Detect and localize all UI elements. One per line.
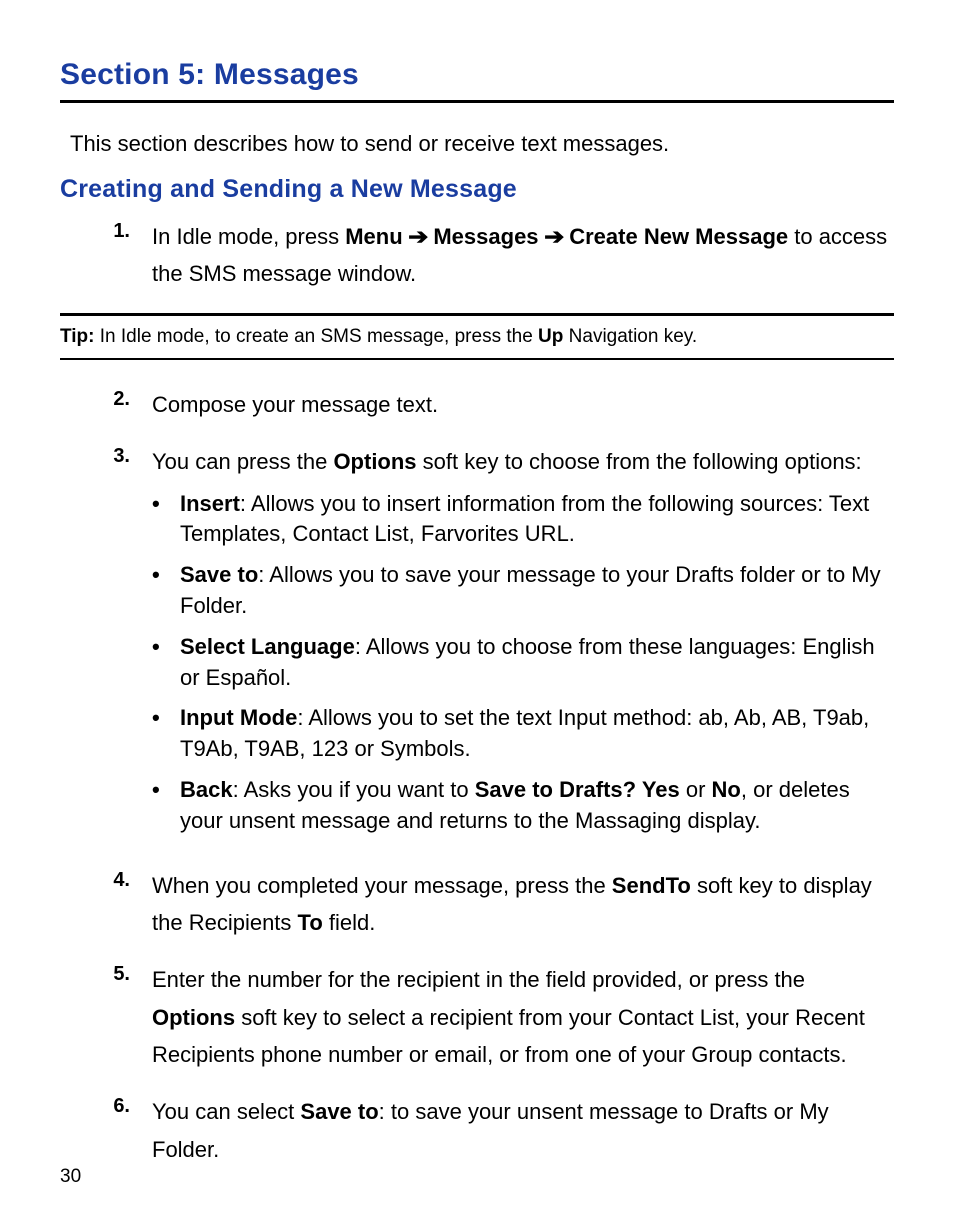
bullet-back: • Back: Asks you if you want to Save to …	[152, 775, 894, 837]
document-page: Section 5: Messages This section describ…	[0, 0, 954, 1228]
text: You can select	[152, 1099, 300, 1124]
step-1: 1. In Idle mode, press Menu ➔ Messages ➔…	[60, 218, 894, 293]
bullet-icon: •	[152, 775, 180, 806]
section-title: Section 5: Messages	[60, 58, 894, 92]
bullet-icon: •	[152, 632, 180, 663]
tip-block: Tip: In Idle mode, to create an SMS mess…	[60, 313, 894, 360]
messages-label: Messages	[433, 224, 538, 249]
step-3: 3. You can press the Options soft key to…	[60, 443, 894, 846]
no-label: No	[712, 777, 741, 802]
step-number: 5.	[60, 961, 152, 986]
step-body: You can select Save to: to save your uns…	[152, 1093, 894, 1168]
text: When you completed your message, press t…	[152, 873, 612, 898]
step-body: Compose your message text.	[152, 386, 894, 423]
intro-paragraph: This section describes how to send or re…	[70, 131, 894, 157]
bullet-label: Save to	[180, 562, 258, 587]
bullet-insert: • Insert: Allows you to insert informati…	[152, 489, 894, 551]
bullet-list: • Insert: Allows you to insert informati…	[152, 489, 894, 837]
step-number: 4.	[60, 867, 152, 892]
text: : Asks you if you want to	[233, 777, 475, 802]
bullet-save-to: • Save to: Allows you to save your messa…	[152, 560, 894, 622]
bullet-label: Input Mode	[180, 705, 297, 730]
bullet-select-language: • Select Language: Allows you to choose …	[152, 632, 894, 694]
bullet-icon: •	[152, 703, 180, 734]
bullet-label: Select Language	[180, 634, 355, 659]
step-body: When you completed your message, press t…	[152, 867, 894, 942]
text: : Allows you to insert information from …	[180, 491, 869, 547]
bullet-icon: •	[152, 489, 180, 520]
subheading: Creating and Sending a New Message	[60, 175, 894, 204]
to-label: To	[298, 910, 323, 935]
text: In Idle mode, to create an SMS message, …	[94, 326, 538, 347]
arrow-icon: ➔	[544, 218, 564, 255]
create-label: Create New Message	[569, 224, 788, 249]
text: soft key to select a recipient from your…	[152, 1005, 865, 1067]
tip-label: Tip:	[60, 326, 94, 347]
step-6: 6. You can select Save to: to save your …	[60, 1093, 894, 1168]
bullet-label: Insert	[180, 491, 240, 516]
save-drafts-label: Save to Drafts? Yes	[475, 777, 680, 802]
step-body: You can press the Options soft key to ch…	[152, 443, 894, 846]
bullet-input-mode: • Input Mode: Allows you to set the text…	[152, 703, 894, 765]
step-number: 3.	[60, 443, 152, 468]
step-list-continued: 2. Compose your message text. 3. You can…	[60, 386, 894, 1168]
step-5: 5. Enter the number for the recipient in…	[60, 961, 894, 1073]
menu-label: Menu	[345, 224, 402, 249]
options-label: Options	[333, 449, 416, 474]
bullet-icon: •	[152, 560, 180, 591]
up-key-label: Up	[538, 326, 563, 347]
step-4: 4. When you completed your message, pres…	[60, 867, 894, 942]
text: Enter the number for the recipient in th…	[152, 967, 805, 992]
text: field.	[323, 910, 376, 935]
horizontal-rule	[60, 100, 894, 103]
options-label: Options	[152, 1005, 235, 1030]
text: You can press the	[152, 449, 333, 474]
step-number: 1.	[60, 218, 152, 243]
page-number: 30	[60, 1166, 81, 1188]
text: : Allows you to save your message to you…	[180, 562, 881, 618]
step-number: 2.	[60, 386, 152, 411]
text: Navigation key.	[563, 326, 697, 347]
sendto-label: SendTo	[612, 873, 691, 898]
saveto-label: Save to	[300, 1099, 378, 1124]
step-body: Enter the number for the recipient in th…	[152, 961, 894, 1073]
step-list: 1. In Idle mode, press Menu ➔ Messages ➔…	[60, 218, 894, 293]
text: or	[680, 777, 712, 802]
text: soft key to choose from the following op…	[417, 449, 862, 474]
text: In Idle mode, press	[152, 224, 345, 249]
step-number: 6.	[60, 1093, 152, 1118]
arrow-icon: ➔	[408, 218, 428, 255]
bullet-label: Back	[180, 777, 233, 802]
step-body: In Idle mode, press Menu ➔ Messages ➔ Cr…	[152, 218, 894, 293]
step-2: 2. Compose your message text.	[60, 386, 894, 423]
